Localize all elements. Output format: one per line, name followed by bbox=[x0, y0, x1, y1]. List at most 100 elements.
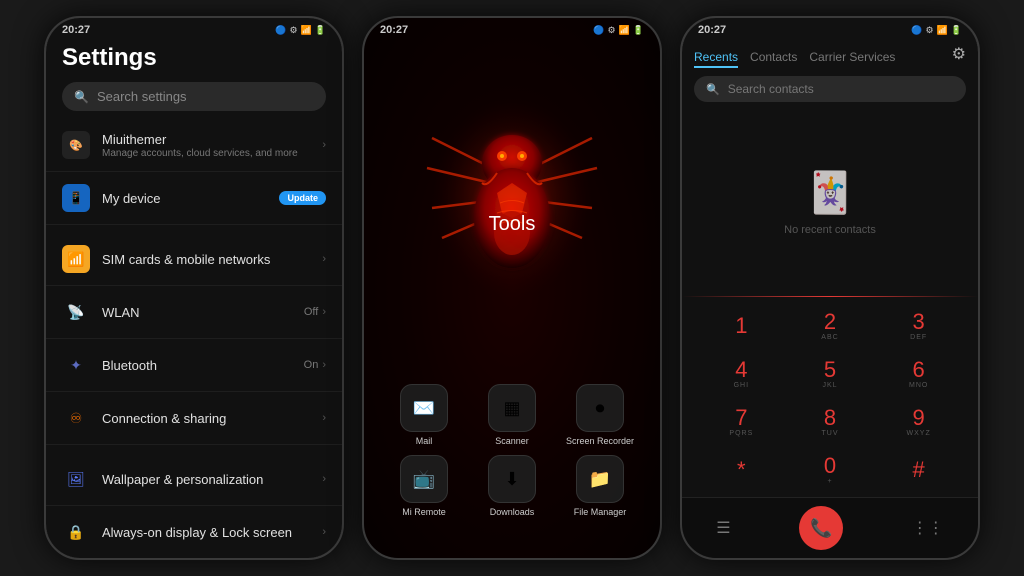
num-key-6[interactable]: 6 MNO bbox=[875, 351, 962, 397]
bluetooth-right: On › bbox=[304, 359, 326, 371]
status-icons-3: 🔵⚙📶🔋 bbox=[911, 25, 962, 36]
status-bar-1: 20:27 🔵⚙📶🔋 bbox=[46, 18, 342, 40]
num-key-5[interactable]: 5 JKL bbox=[787, 351, 874, 397]
downloads-label: Downloads bbox=[490, 507, 535, 518]
num-7: 7 bbox=[735, 407, 747, 429]
dialer-search-bar[interactable]: 🔍 Search contacts bbox=[694, 76, 966, 102]
num-7-sub: PQRS bbox=[729, 430, 753, 437]
num-0-sub: + bbox=[827, 478, 832, 485]
settings-list: 🎨 Miuithemer Manage accounts, cloud serv… bbox=[46, 119, 342, 558]
wallpaper-content: Wallpaper & personalization bbox=[102, 472, 322, 487]
settings-item-wallpaper[interactable]: 🖼 Wallpaper & personalization › bbox=[46, 453, 342, 506]
num-4-sub: GHI bbox=[734, 382, 749, 389]
miremote-icon: 📺 bbox=[400, 455, 448, 503]
num-9-sub: WXYZ bbox=[907, 430, 931, 437]
sim-right: › bbox=[322, 253, 326, 265]
miuithemer-title: Miuithemer bbox=[102, 132, 322, 147]
miuithemer-icon: 🎨 bbox=[62, 131, 90, 159]
app-item-filemanager[interactable]: 📁 File Manager bbox=[560, 455, 640, 518]
wlan-status: Off bbox=[304, 306, 318, 318]
app-item-miremote[interactable]: 📺 Mi Remote bbox=[384, 455, 464, 518]
num-key-3[interactable]: 3 DEF bbox=[875, 303, 962, 349]
num-key-1[interactable]: 1 bbox=[698, 303, 785, 349]
app-grid: ✉️ Mail ▦ Scanner ⏺ Screen Recorder 📺 Mi… bbox=[364, 384, 660, 518]
num-key-4[interactable]: 4 GHI bbox=[698, 351, 785, 397]
num-key-7[interactable]: 7 PQRS bbox=[698, 399, 785, 445]
app-item-downloads[interactable]: ⬇ Downloads bbox=[472, 455, 552, 518]
app-item-scanner[interactable]: ▦ Scanner bbox=[472, 384, 552, 447]
num-key-2[interactable]: 2 ABC bbox=[787, 303, 874, 349]
settings-search-bar[interactable]: 🔍 Search settings bbox=[62, 82, 326, 111]
mail-icon: ✉️ bbox=[400, 384, 448, 432]
num-9: 9 bbox=[913, 407, 925, 429]
bluetooth-content: Bluetooth bbox=[102, 358, 304, 373]
mydevice-title: My device bbox=[102, 191, 279, 206]
spider-container bbox=[402, 48, 622, 348]
grid-icon[interactable]: ⋮⋮ bbox=[912, 518, 944, 538]
num-5: 5 bbox=[824, 359, 836, 381]
app-item-recorder[interactable]: ⏺ Screen Recorder bbox=[560, 384, 640, 447]
wlan-icon: 📡 bbox=[62, 298, 90, 326]
mydevice-content: My device bbox=[102, 191, 279, 206]
num-key-star[interactable]: * bbox=[698, 447, 785, 493]
scanner-icon: ▦ bbox=[488, 384, 536, 432]
settings-item-bluetooth[interactable]: ✦ Bluetooth On › bbox=[46, 339, 342, 392]
phones-container: 20:27 🔵⚙📶🔋 Settings 🔍 Search settings 🎨 bbox=[0, 0, 1024, 576]
tab-carrier[interactable]: Carrier Services bbox=[809, 48, 895, 68]
tab-contacts[interactable]: Contacts bbox=[750, 48, 797, 68]
downloads-icon: ⬇ bbox=[488, 455, 536, 503]
chevron-icon-bt: › bbox=[322, 359, 326, 371]
miuithemer-right: › bbox=[322, 139, 326, 151]
filemanager-label: File Manager bbox=[574, 507, 627, 518]
settings-header: Settings 🔍 Search settings bbox=[46, 40, 342, 119]
wallpaper-right: › bbox=[322, 473, 326, 485]
num-8-sub: TUV bbox=[821, 430, 838, 437]
settings-item-sim[interactable]: 📶 SIM cards & mobile networks › bbox=[46, 233, 342, 286]
chevron-icon-sim: › bbox=[322, 253, 326, 265]
settings-item-mydevice[interactable]: 📱 My device Update bbox=[46, 172, 342, 225]
num-4: 4 bbox=[735, 359, 747, 381]
bluetooth-title: Bluetooth bbox=[102, 358, 304, 373]
tab-recents[interactable]: Recents bbox=[694, 48, 738, 68]
settings-item-miuithemer[interactable]: 🎨 Miuithemer Manage accounts, cloud serv… bbox=[46, 119, 342, 172]
sharing-right: › bbox=[322, 412, 326, 424]
recorder-label: Screen Recorder bbox=[566, 436, 634, 447]
contacts-empty: 🃏 No recent contacts bbox=[682, 110, 978, 294]
chevron-icon-sharing: › bbox=[322, 412, 326, 424]
wlan-title: WLAN bbox=[102, 305, 304, 320]
settings-item-lockscreen[interactable]: 🔒 Always-on display & Lock screen › bbox=[46, 506, 342, 558]
status-time-3: 20:27 bbox=[698, 24, 726, 36]
num-key-8[interactable]: 8 TUV bbox=[787, 399, 874, 445]
lockscreen-title: Always-on display & Lock screen bbox=[102, 525, 322, 540]
num-2: 2 bbox=[824, 311, 836, 333]
menu-icon[interactable]: ☰ bbox=[716, 518, 730, 538]
mydevice-right: Update bbox=[279, 191, 326, 205]
spider-svg bbox=[412, 68, 612, 328]
phone-dialer: 20:27 🔵⚙📶🔋 ⚙ Recents Contacts Carrier Se… bbox=[680, 16, 980, 560]
call-button[interactable]: 📞 bbox=[799, 506, 843, 550]
folder-label: Tools bbox=[489, 213, 536, 236]
mail-label: Mail bbox=[416, 436, 433, 447]
gear-icon-dialer[interactable]: ⚙ bbox=[952, 44, 966, 64]
scanner-label: Scanner bbox=[495, 436, 529, 447]
num-6: 6 bbox=[913, 359, 925, 381]
num-6-sub: MNO bbox=[909, 382, 928, 389]
status-icons-1: 🔵⚙📶🔋 bbox=[275, 25, 326, 36]
settings-search-text: Search settings bbox=[97, 89, 187, 104]
divider-line bbox=[682, 296, 978, 297]
chevron-icon-wlan: › bbox=[322, 306, 326, 318]
num-key-hash[interactable]: # bbox=[875, 447, 962, 493]
status-time-1: 20:27 bbox=[62, 24, 90, 36]
num-key-0[interactable]: 0 + bbox=[787, 447, 874, 493]
settings-item-wlan[interactable]: 📡 WLAN Off › bbox=[46, 286, 342, 339]
lock-icon: 🔒 bbox=[62, 518, 90, 546]
settings-item-sharing[interactable]: ♾ Connection & sharing › bbox=[46, 392, 342, 445]
app-item-mail[interactable]: ✉️ Mail bbox=[384, 384, 464, 447]
chevron-icon-wallpaper: › bbox=[322, 473, 326, 485]
sim-icon: 📶 bbox=[62, 245, 90, 273]
num-3: 3 bbox=[913, 311, 925, 333]
settings-title: Settings bbox=[62, 44, 326, 72]
search-icon: 🔍 bbox=[74, 90, 89, 104]
bluetooth-status: On bbox=[304, 359, 319, 371]
num-key-9[interactable]: 9 WXYZ bbox=[875, 399, 962, 445]
